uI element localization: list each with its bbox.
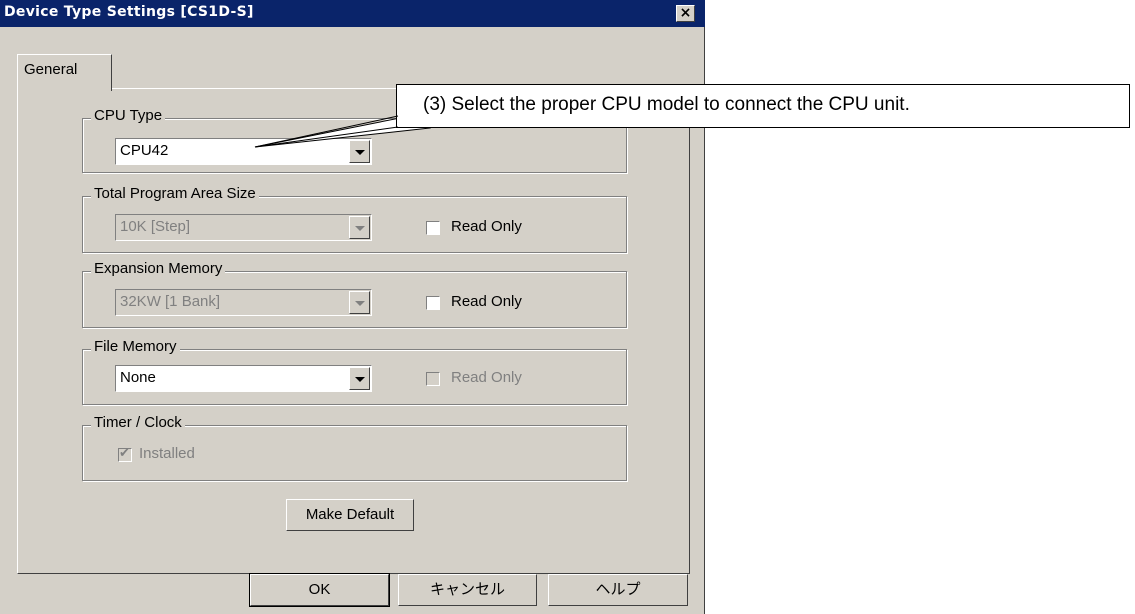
tab-general-label: General: [24, 61, 78, 78]
callout-pointer-join: [254, 115, 428, 148]
tab-general[interactable]: General: [17, 54, 112, 91]
